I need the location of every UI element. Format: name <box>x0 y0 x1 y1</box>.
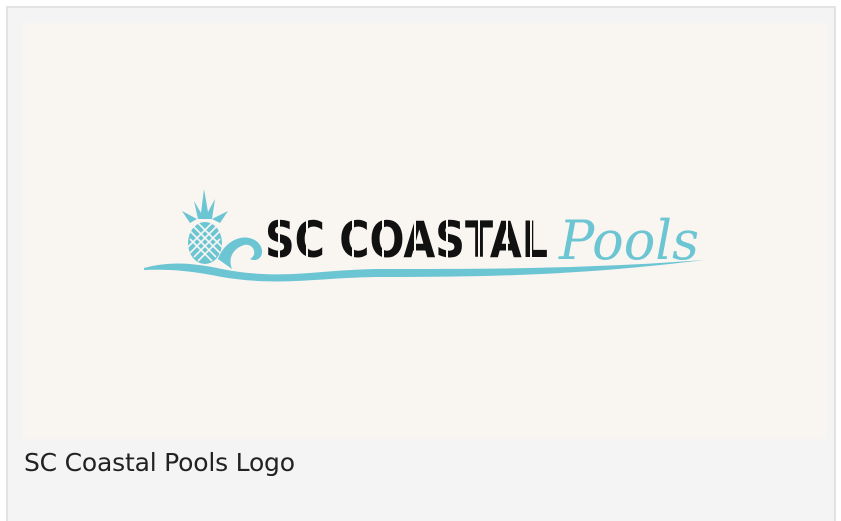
image-caption: SC Coastal Pools Logo <box>24 448 295 477</box>
logo-card: SC COASTAL Pools SC Coastal Pools Logo <box>6 6 836 521</box>
logo-image[interactable]: SC COASTAL Pools <box>22 23 827 439</box>
sc-coastal-pools-logo: SC COASTAL Pools <box>144 189 704 282</box>
pineapple-wave-icon <box>182 189 263 269</box>
brand-name-pools: Pools <box>558 209 699 272</box>
